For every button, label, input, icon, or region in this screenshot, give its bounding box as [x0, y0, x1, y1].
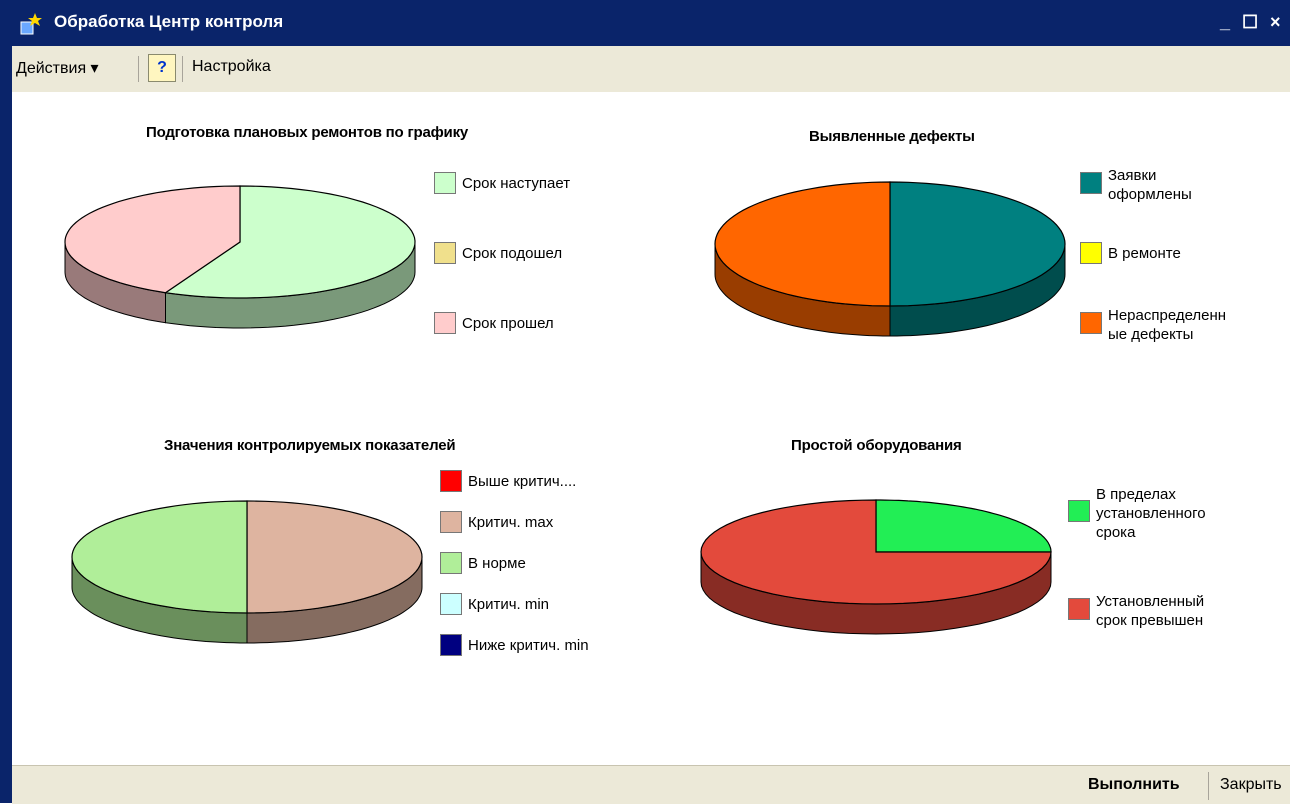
legend-swatch — [1080, 172, 1102, 194]
legend-label: Нераспределенн ые дефекты — [1108, 307, 1227, 343]
legend-label: Установленный срок превышен — [1096, 593, 1205, 629]
legend-label: В пределах установленного срока — [1096, 486, 1206, 541]
application-window: Обработка Центр контроля _ ☐ × Действия … — [0, 0, 1290, 804]
legend-label: Заявки оформлены — [1108, 167, 1192, 203]
legend-swatch — [1068, 500, 1090, 522]
legend-swatch — [440, 593, 462, 615]
pie-chart-4 — [700, 499, 1052, 635]
title-bar[interactable]: Обработка Центр контроля _ ☐ × — [12, 0, 1290, 46]
chart-title: Подготовка плановых ремонтов по графику — [146, 124, 469, 141]
close-window-button[interactable]: × — [1270, 12, 1281, 33]
bottom-separator — [1208, 772, 1209, 800]
chart-title: Значения контролируемых показателей — [164, 437, 456, 454]
pie-chart-2 — [714, 181, 1066, 337]
legend-label: Срок наступает — [462, 175, 571, 192]
legend-swatch — [440, 552, 462, 574]
chart-title: Выявленные дефекты — [809, 128, 975, 145]
close-button[interactable]: Закрыть — [1220, 776, 1282, 794]
window-title: Обработка Центр контроля — [54, 12, 284, 31]
legend-swatch — [434, 312, 456, 334]
legend-swatch — [1080, 242, 1102, 264]
legend-label: Выше критич.... — [468, 473, 577, 490]
pie-chart-3 — [71, 500, 423, 644]
legend-swatch — [1080, 312, 1102, 334]
legend-swatch — [434, 242, 456, 264]
legend-label: Срок подошел — [462, 245, 563, 262]
chart-title: Простой оборудования — [791, 437, 962, 454]
legend-label: Срок прошел — [462, 315, 554, 332]
execute-button[interactable]: Выполнить — [1088, 776, 1180, 794]
toolbar-separator — [182, 56, 183, 82]
bottom-command-bar: Выполнить Закрыть — [12, 765, 1290, 804]
actions-menu-button[interactable]: Действия ▾ — [16, 58, 99, 78]
legend-swatch — [440, 511, 462, 533]
pie-chart-1 — [64, 185, 416, 329]
legend-label: Ниже критич. min — [468, 637, 589, 654]
settings-button[interactable]: Настройка — [192, 58, 271, 76]
legend-swatch — [1068, 598, 1090, 620]
legend-label: Критич. min — [468, 596, 550, 613]
pie-slice — [875, 499, 1052, 553]
maximize-button[interactable]: ☐ — [1242, 12, 1258, 33]
minimize-button[interactable]: _ — [1220, 12, 1230, 33]
window-left-border — [0, 0, 12, 803]
charts-area: Подготовка плановых ремонтов по графику С… — [12, 92, 1290, 765]
help-button[interactable]: ? — [148, 54, 176, 82]
legend-label: В норме — [468, 555, 526, 572]
legend-swatch — [434, 172, 456, 194]
legend-swatch — [440, 470, 462, 492]
legend-swatch — [440, 634, 462, 656]
legend-label: Критич. max — [468, 514, 554, 531]
toolbar: Действия ▾ ? Настройка — [12, 46, 1290, 93]
toolbar-separator — [138, 56, 139, 82]
app-icon — [20, 13, 42, 35]
legend-label: В ремонте — [1108, 245, 1181, 262]
